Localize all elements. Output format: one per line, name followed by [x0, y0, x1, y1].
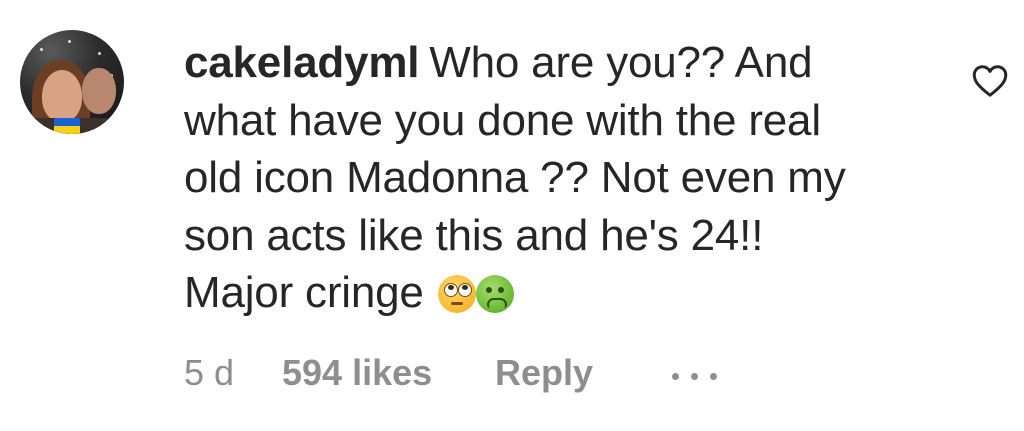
- comment-text-line-4: son acts like this and he's 24!!: [184, 210, 764, 260]
- comment-text-line-3: old icon Madonna ?? Not even my: [184, 153, 846, 202]
- avatar[interactable]: [20, 30, 124, 134]
- reply-button[interactable]: Reply: [495, 352, 593, 394]
- heart-outline-icon[interactable]: [972, 64, 1008, 98]
- comment-text-line-5: Major cringe: [184, 268, 424, 317]
- comment-text-line-1: Who are you?? And: [429, 38, 813, 87]
- ukraine-flag-icon: [54, 118, 80, 134]
- nauseated-face-icon: [475, 275, 514, 313]
- ellipsis-icon[interactable]: [672, 366, 724, 386]
- comment-item: cakeladyml Who are you?? And what have yo…: [0, 0, 1024, 431]
- comment-likes-link[interactable]: 594 likes: [282, 352, 432, 394]
- comment-body: cakeladyml Who are you?? And what have yo…: [184, 34, 904, 322]
- comment-username[interactable]: cakeladyml: [184, 38, 419, 87]
- comment-timestamp: 5 d: [184, 352, 235, 393]
- comment-text-line-2: what have you done with the real: [184, 95, 821, 145]
- face-with-rolling-eyes-icon: [437, 275, 476, 313]
